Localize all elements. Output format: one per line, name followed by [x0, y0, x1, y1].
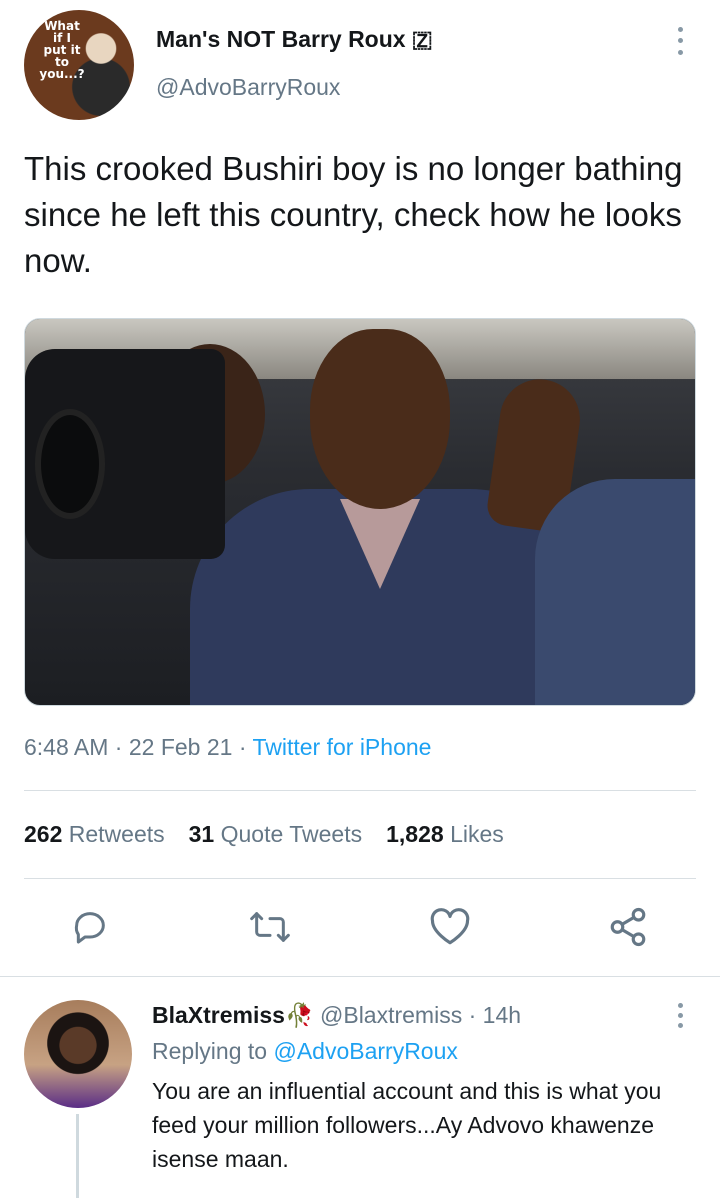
replying-to-label: Replying to: [152, 1038, 274, 1064]
heart-icon[interactable]: [428, 905, 472, 949]
author-display-name[interactable]: Man's NOT Barry Roux 🇿: [156, 26, 432, 53]
tweet-source-link[interactable]: Twitter for iPhone: [252, 734, 431, 760]
timestamp-separator: ·: [108, 734, 129, 760]
likes-stat[interactable]: 1,828 Likes: [386, 821, 504, 848]
author-handle[interactable]: @AdvoBarryRoux: [156, 74, 340, 101]
timestamp-separator: ·: [232, 734, 253, 760]
reply-tweet[interactable]: BlaXtremiss🥀 @Blaxtremiss · 14h Replying…: [0, 980, 720, 1198]
tweet-actions: [0, 905, 720, 955]
tweet-header: What if Iput it to you...? Man's NOT Barry…: [0, 0, 720, 130]
quote-tweets-stat[interactable]: 31 Quote Tweets: [189, 821, 362, 848]
reply-icon[interactable]: [68, 905, 112, 949]
reply-separator: ·: [462, 1002, 483, 1028]
retweets-stat[interactable]: 262 Retweets: [24, 821, 165, 848]
divider: [24, 878, 696, 879]
reply-header: BlaXtremiss🥀 @Blaxtremiss · 14h: [152, 1002, 521, 1029]
share-icon[interactable]: [606, 905, 650, 949]
tweet-photo[interactable]: [24, 318, 696, 706]
divider: [24, 790, 696, 791]
tweet-stats: 262 Retweets 31 Quote Tweets 1,828 Likes: [24, 821, 528, 848]
thread-line: [76, 1114, 79, 1198]
replying-to: Replying to @AdvoBarryRoux: [152, 1038, 458, 1065]
tweet-date: 22 Feb 21: [128, 734, 233, 760]
retweet-icon[interactable]: [248, 905, 292, 949]
author-avatar[interactable]: What if Iput it to you...?: [24, 10, 134, 120]
reply-handle[interactable]: @Blaxtremiss: [320, 1002, 462, 1028]
tweet-time: 6:48 AM: [24, 734, 109, 760]
reply-display-name[interactable]: BlaXtremiss🥀: [152, 1002, 314, 1028]
reply-age: 14h: [482, 1002, 522, 1028]
tweet-timestamp: 6:48 AM · 22 Feb 21 · Twitter for iPhone: [24, 734, 431, 761]
photo-person-right: [535, 479, 695, 705]
reply-more-options-icon[interactable]: [666, 1000, 694, 1030]
replying-to-mention[interactable]: @AdvoBarryRoux: [273, 1038, 457, 1064]
avatar-caption: What if Iput it to you...?: [39, 19, 85, 81]
photo-camera: [25, 349, 225, 559]
divider: [0, 976, 720, 977]
more-options-icon[interactable]: [666, 24, 694, 58]
tweet-text: This crooked Bushiri boy is no longer ba…: [24, 150, 683, 279]
reply-avatar[interactable]: [24, 1000, 132, 1108]
reply-text: You are an influential account and this …: [152, 1078, 662, 1172]
